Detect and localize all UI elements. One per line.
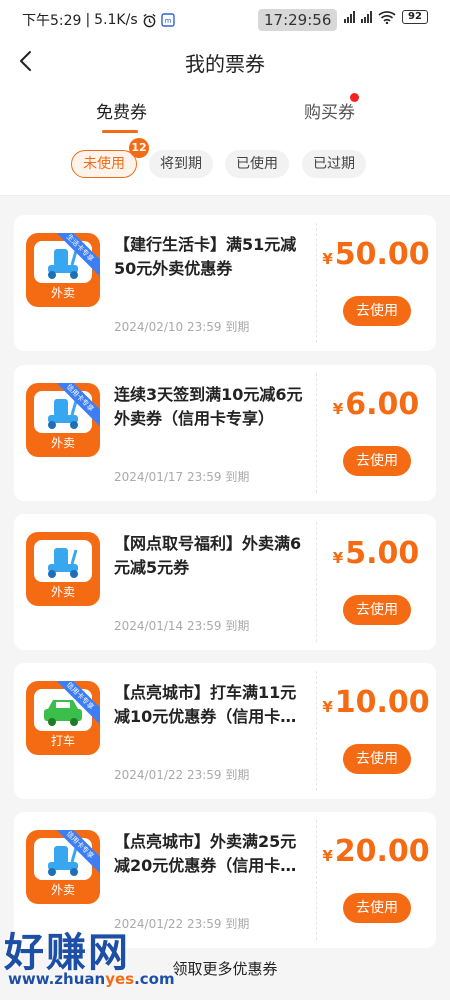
coupon-title: 【点亮城市】外卖满25元减20元优惠券（信用卡… (114, 832, 297, 875)
scooter-icon (48, 548, 78, 578)
use-coupon-button[interactable]: 去使用 (343, 296, 411, 326)
svg-text:m: m (164, 17, 171, 25)
coupon-amount: 6.00 (345, 387, 420, 422)
currency-symbol: ¥ (332, 400, 344, 418)
coupon-category: 外卖 (50, 436, 75, 450)
use-coupon-button[interactable]: 去使用 (343, 893, 411, 923)
filter-used[interactable]: 已使用 (225, 150, 289, 178)
battery-icon: 92 (402, 10, 428, 24)
use-coupon-button[interactable]: 去使用 (343, 744, 411, 774)
use-coupon-button[interactable]: 去使用 (343, 446, 411, 476)
wifi-icon (378, 11, 396, 24)
coupon-title: 连续3天签到满10元减6元外卖券（信用卡专享） (114, 385, 303, 428)
coupon-title: 【网点取号福利】外卖满6元减5元券 (114, 534, 302, 577)
coupon-card[interactable]: 外卖 【网点取号福利】外卖满6元减5元券 2024/01/14 23:59 到期… (14, 514, 436, 650)
coupon-category: 外卖 (50, 585, 75, 599)
filter-chips: 未使用 将到期 已使用 已过期 (0, 150, 450, 180)
unused-count-badge: 12 (129, 138, 149, 158)
coupon-expiry: 2024/01/14 23:59 到期 (114, 619, 250, 633)
coupon-icon: 信用卡专享 外卖 (26, 383, 100, 457)
coupon-icon: 信用卡专享 打车 (26, 681, 100, 755)
alarm-icon (143, 13, 156, 27)
status-left: 下午5:29 | 5.1K/s m (22, 10, 175, 30)
signal-icon-1 (344, 11, 355, 23)
coupon-price: ¥10.00 (316, 685, 436, 720)
coupon-amount: 50.00 (334, 237, 430, 272)
filter-unused[interactable]: 未使用 (71, 150, 137, 178)
active-tab-indicator (102, 130, 138, 133)
coupon-expiry: 2024/01/17 23:59 到期 (114, 470, 250, 484)
coupon-price: ¥6.00 (316, 387, 436, 422)
status-bar: 下午5:29 | 5.1K/s m 17:29:56 92 (0, 0, 450, 38)
page-title: 我的票券 (185, 52, 265, 76)
coupon-title: 【建行生活卡】满51元减50元外卖优惠券 (114, 235, 297, 278)
status-right: 92 (344, 10, 428, 24)
currency-symbol: ¥ (332, 549, 344, 567)
coupon-amount: 5.00 (345, 536, 420, 571)
coupon-price: ¥20.00 (316, 834, 436, 869)
coupon-price: ¥50.00 (316, 237, 436, 272)
currency-symbol: ¥ (322, 250, 333, 268)
screen-clock: 17:29:56 (258, 9, 338, 31)
signal-icon-2 (361, 11, 372, 23)
coupon-expiry: 2024/01/22 23:59 到期 (114, 917, 250, 931)
tab-bar: 免费券 购买券 (0, 98, 450, 138)
coupon-category: 打车 (50, 734, 75, 748)
coupon-category: 外卖 (50, 883, 75, 897)
coupon-expiry: 2024/01/22 23:59 到期 (114, 768, 250, 782)
network-speed: 5.1K/s (94, 12, 138, 28)
filter-expiring[interactable]: 将到期 (149, 150, 213, 178)
coupon-card[interactable]: 信用卡专享 外卖 【点亮城市】外卖满25元减20元优惠券（信用卡… 2024/0… (14, 812, 436, 948)
coupon-card[interactable]: 信用卡专享 打车 【点亮城市】打车满11元减10元优惠券（信用卡… 2024/0… (14, 663, 436, 799)
coupon-expiry: 2024/02/10 23:59 到期 (114, 320, 250, 334)
page-header: 我的票券 免费券 购买券 未使用 将到期 已使用 已过期 12 (0, 38, 450, 196)
status-time: 下午5:29 (22, 13, 82, 29)
use-coupon-button[interactable]: 去使用 (343, 595, 411, 625)
coupon-icon: 信用卡专享 外卖 (26, 830, 100, 904)
filter-expired[interactable]: 已过期 (302, 150, 366, 178)
coupon-icon: 外卖 (26, 532, 100, 606)
coupon-price: ¥5.00 (316, 536, 436, 571)
coupon-amount: 20.00 (334, 834, 430, 869)
tab-free-coupons[interactable]: 免费券 (96, 98, 147, 123)
currency-symbol: ¥ (322, 847, 333, 865)
coupon-icon: 生活卡专享 外卖 (26, 233, 100, 307)
currency-symbol: ¥ (322, 698, 333, 716)
app-notification-icon: m (160, 13, 175, 27)
tab-purchased-coupons[interactable]: 购买券 (304, 98, 355, 123)
new-dot-badge (350, 93, 359, 102)
coupon-title: 【点亮城市】打车满11元减10元优惠券（信用卡… (114, 683, 297, 726)
coupon-category: 外卖 (50, 286, 75, 300)
status-separator: | (85, 12, 91, 28)
more-coupons-link[interactable]: 领取更多优惠券 (0, 958, 450, 979)
coupon-card[interactable]: 生活卡专享 外卖 【建行生活卡】满51元减50元外卖优惠券 2024/02/10… (14, 215, 436, 351)
coupon-amount: 10.00 (334, 685, 430, 720)
coupon-card[interactable]: 信用卡专享 外卖 连续3天签到满10元减6元外卖券（信用卡专享） 2024/01… (14, 365, 436, 501)
